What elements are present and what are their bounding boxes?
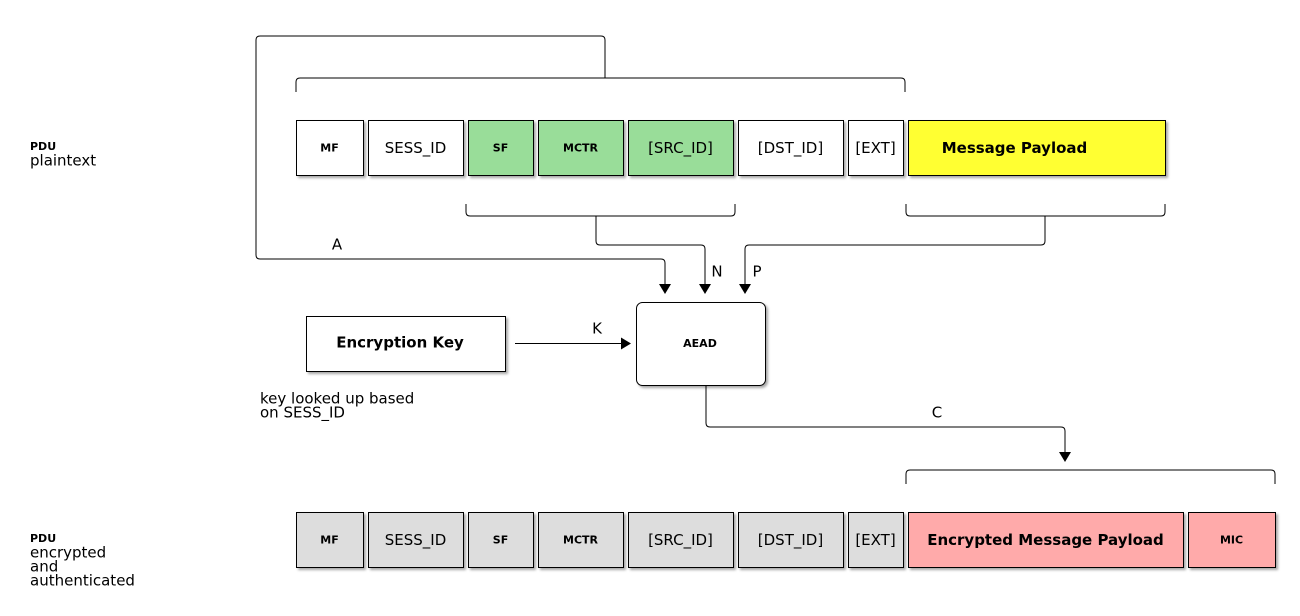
edge-p-arrow	[739, 216, 1046, 294]
encrypted-field-label: Encrypted Message Payload	[927, 531, 1164, 549]
encrypted-field-label: MCTR	[563, 534, 599, 547]
edge-label-k: K	[592, 320, 603, 338]
plaintext-field-label: [EXT]	[855, 139, 895, 157]
plaintext-field-label: SF	[493, 142, 508, 155]
encrypted-field-label: [SRC_ID]	[648, 531, 713, 550]
edge-c-arrow	[705, 386, 1071, 462]
encrypted-pdu-label: authenticated	[30, 572, 135, 590]
plaintext-field-label: SESS_ID	[385, 139, 447, 158]
plaintext-field-label: Message Payload	[942, 139, 1088, 157]
nonce-bracket	[465, 204, 736, 217]
edge-label-a: A	[332, 236, 343, 254]
edge-label-c: C	[932, 404, 942, 422]
payload-bracket	[905, 204, 1166, 217]
plaintext-pdu-label: plaintext	[30, 152, 96, 170]
edge-label-p: P	[752, 263, 761, 281]
encrypted-field-label: SF	[493, 534, 508, 547]
encrypted-field-label: [EXT]	[855, 531, 895, 549]
plaintext-field-label: [DST_ID]	[758, 139, 823, 158]
plaintext-field-label: MF	[320, 142, 338, 155]
plaintext-field-label: MCTR	[563, 142, 599, 155]
plaintext-field-label: [SRC_ID]	[648, 139, 713, 158]
encrypted-field-label: [DST_ID]	[758, 531, 823, 550]
encrypted-field-label: MIC	[1220, 534, 1243, 547]
edge-label-n: N	[711, 263, 722, 281]
aead-pdu-diagram: MF SESS_ID SF MCTR [SRC_ID] [DST_ID] [EXT] Mess…	[30, 35, 1276, 590]
plaintext-header-bracket	[295, 77, 906, 92]
ciphertext-bracket	[905, 469, 1276, 484]
aead-label: AEAD	[683, 337, 717, 350]
encrypted-field-label: MF	[320, 534, 338, 547]
encrypted-field-label: SESS_ID	[385, 531, 447, 550]
encryption-key-label: Encryption Key	[336, 334, 464, 352]
key-lookup-note: on SESS_ID	[260, 404, 345, 423]
edge-n-arrow	[595, 216, 711, 294]
